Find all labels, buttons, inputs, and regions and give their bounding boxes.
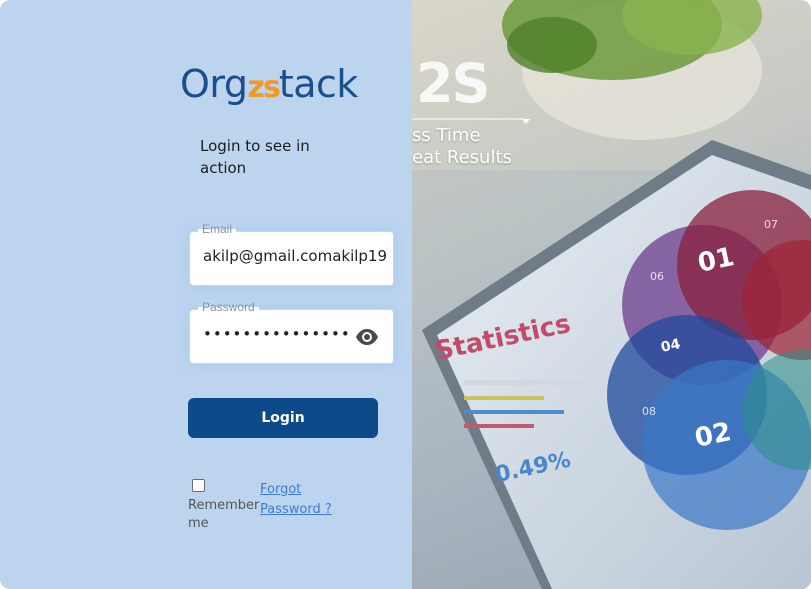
forgot-password-link[interactable]: Forgot Password ? <box>260 480 350 520</box>
logo-accent: zs <box>247 70 281 105</box>
orgzstack-logo: Orgzstack <box>180 62 358 110</box>
eye-icon[interactable] <box>355 327 379 347</box>
bubble-label-07: 07 <box>764 218 778 231</box>
hero-tagline-line2: eat Results <box>412 147 512 168</box>
email-input[interactable]: akilp@gmail.comakilp19 <box>203 247 391 271</box>
remember-me-checkbox[interactable] <box>192 479 205 492</box>
email-field[interactable]: Email akilp@gmail.comakilp19 <box>189 222 394 286</box>
hero-big-text: 2S <box>416 52 490 115</box>
remember-me-label: Remember me <box>188 498 260 531</box>
logo-suffix: tack <box>278 62 359 106</box>
password-label: Password <box>198 300 259 314</box>
logo-prefix: Org <box>180 62 248 106</box>
login-subtitle: Login to see in action <box>200 137 310 177</box>
login-panel: Orgzstack Login to see in action Email a… <box>0 0 412 589</box>
email-label: Email <box>198 222 237 236</box>
login-screen: Orgzstack Login to see in action Email a… <box>0 0 811 589</box>
bubble-label-08: 08 <box>642 405 656 418</box>
hero-image: Statistics 0.49% 01 02 04 06 07 08 2S ss… <box>412 0 811 589</box>
bubble-label-06: 06 <box>650 270 664 283</box>
password-input[interactable]: •••••••••••••••••• <box>203 325 353 349</box>
hero-tagline-line1: ss Time <box>412 125 481 146</box>
password-field[interactable]: Password •••••••••••••••••• <box>189 300 394 364</box>
login-button[interactable]: Login <box>188 398 378 438</box>
